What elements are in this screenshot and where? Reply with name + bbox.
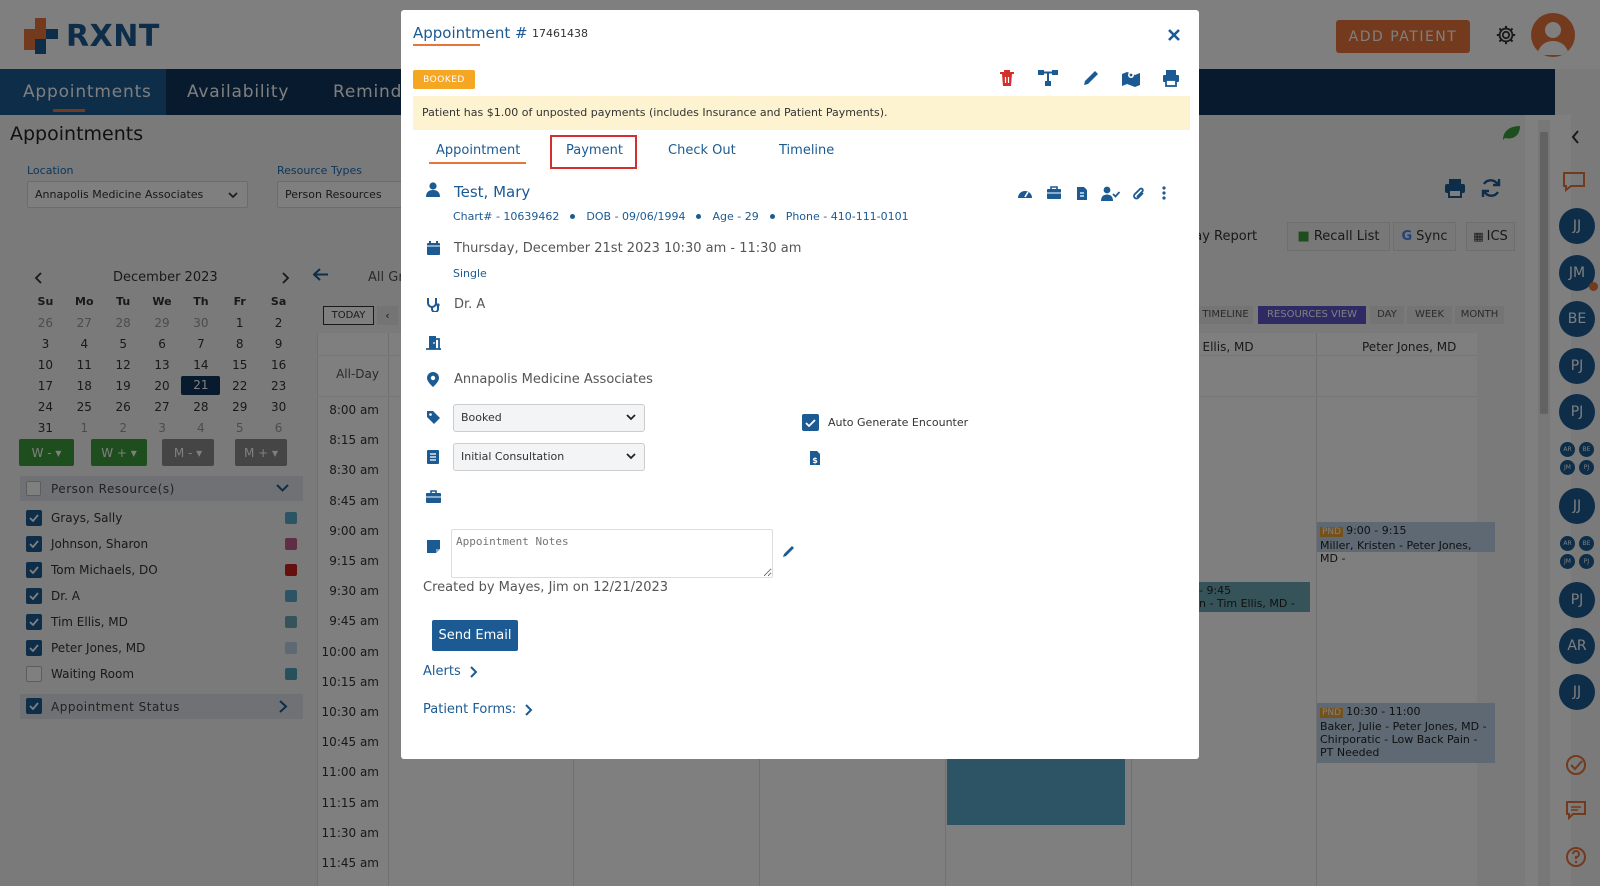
stethoscope-icon — [427, 298, 440, 312]
patient-forms-label: Patient Forms: — [423, 702, 517, 717]
alerts-label: Alerts — [423, 664, 461, 679]
edit-icon[interactable] — [782, 544, 796, 558]
chevron-right-icon — [470, 665, 478, 678]
more-vertical-icon[interactable] — [1162, 186, 1166, 200]
provider-name: Dr. A — [454, 297, 486, 312]
unposted-payments-notice: Patient has $1.00 of unposted payments (… — [413, 96, 1190, 130]
patient-chart: Chart# - 10639462 — [453, 210, 560, 223]
separator-dot — [570, 214, 576, 219]
tab-check-out[interactable]: Check Out — [668, 143, 736, 158]
patient-name[interactable]: Test, Mary — [454, 183, 530, 201]
hierarchy-icon[interactable] — [1038, 69, 1058, 87]
door-icon — [426, 336, 441, 350]
patient-details: Chart# - 10639462 DOB - 09/06/1994 Age - 2… — [453, 210, 909, 223]
status-badge: BOOKED — [413, 70, 475, 89]
modal-title: Appointment # — [413, 24, 528, 42]
tag-icon — [427, 411, 440, 424]
chevron-right-icon — [525, 703, 533, 716]
chevron-down-icon — [626, 453, 636, 460]
active-tab-underline — [429, 162, 526, 164]
status-select-value: Booked — [461, 411, 502, 424]
user-check-icon[interactable] — [1101, 186, 1120, 201]
sticky-note-icon — [427, 540, 440, 553]
chevron-down-icon — [626, 414, 636, 421]
separator-dot — [696, 214, 702, 219]
appointment-datetime: Thursday, December 21st 2023 10:30 am - … — [454, 241, 802, 256]
visit-type-select[interactable]: Initial Consultation — [453, 443, 645, 471]
tab-appointment[interactable]: Appointment — [436, 143, 520, 158]
svg-text:$: $ — [812, 456, 818, 465]
map-icon[interactable] — [1121, 69, 1141, 87]
created-by: Created by Mayes, Jim on 12/21/2023 — [423, 580, 669, 595]
print-icon[interactable] — [1162, 69, 1180, 87]
recurrence-label[interactable]: Single — [453, 267, 487, 280]
briefcase-icon[interactable] — [1046, 186, 1062, 200]
billing-document-icon[interactable]: $ — [809, 450, 821, 466]
patient-age: Age - 29 — [712, 210, 759, 223]
location-pin-icon — [427, 372, 439, 387]
appointment-number: 17461438 — [532, 27, 588, 40]
auto-generate-encounter[interactable]: Auto Generate Encounter — [802, 414, 968, 431]
document-icon[interactable] — [1076, 186, 1088, 201]
trash-icon[interactable] — [999, 69, 1015, 87]
auto-generate-label: Auto Generate Encounter — [828, 416, 969, 429]
list-icon — [427, 450, 439, 464]
paperclip-icon[interactable] — [1132, 186, 1146, 202]
patient-dob: DOB - 09/06/1994 — [586, 210, 686, 223]
close-icon[interactable] — [1167, 28, 1181, 42]
alerts-link[interactable]: Alerts — [423, 664, 478, 679]
visit-type-value: Initial Consultation — [461, 450, 565, 463]
patient-phone: Phone - 410-111-0101 — [785, 210, 909, 223]
send-email-button[interactable]: Send Email — [432, 620, 518, 651]
patient-forms-link[interactable]: Patient Forms: — [423, 702, 533, 717]
appointment-notes-input[interactable] — [451, 529, 773, 578]
appointment-modal: Appointment # 17461438 BOOKED Patient ha… — [401, 10, 1199, 759]
payment-tab-highlight — [550, 135, 637, 169]
appointment-location: Annapolis Medicine Associates — [454, 372, 653, 387]
calendar-icon — [427, 241, 440, 255]
status-select[interactable]: Booked — [453, 404, 645, 432]
title-underline — [413, 44, 480, 46]
briefcase-icon — [426, 490, 441, 503]
separator-dot — [769, 214, 775, 219]
auto-generate-checkbox[interactable] — [802, 414, 819, 431]
dashboard-icon[interactable] — [1017, 186, 1033, 200]
tab-timeline[interactable]: Timeline — [779, 143, 834, 158]
person-icon — [426, 182, 440, 197]
edit-icon[interactable] — [1082, 69, 1100, 87]
